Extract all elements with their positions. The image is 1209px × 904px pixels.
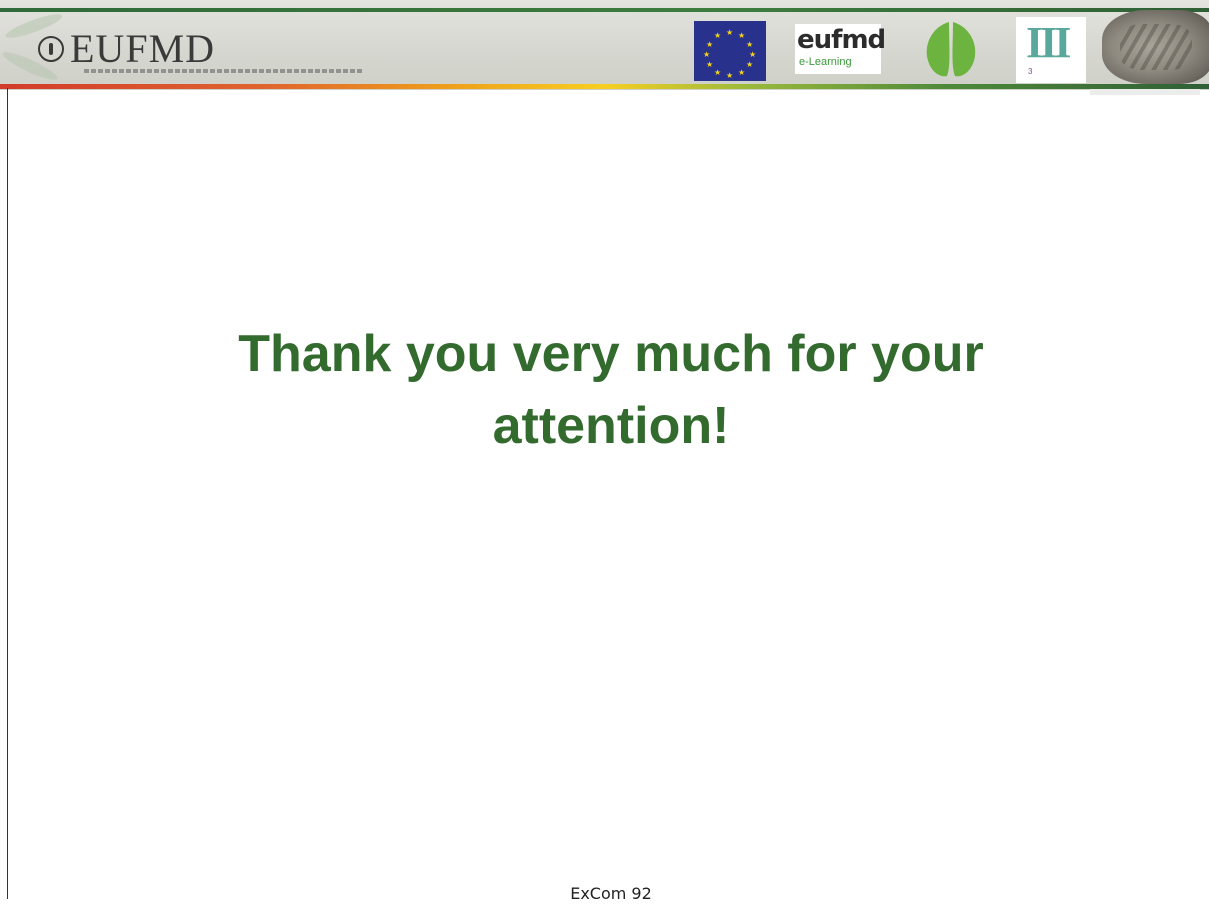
header-banner: EUFMD ★ ★ ★ ★ ★ ★ ★ ★ ★ ★ ★ ★ eufmd e-Le… (0, 0, 1209, 90)
slide-footer: ExCom 92 (570, 884, 652, 903)
eu-flag-logo: ★ ★ ★ ★ ★ ★ ★ ★ ★ ★ ★ ★ (694, 21, 766, 81)
fao-emblem-icon (38, 36, 64, 62)
third-edition-roman: III (1026, 18, 1071, 67)
brand-title: EUFMD (70, 26, 216, 71)
slide-title-line-2: attention! (492, 397, 730, 455)
third-edition-mark-icon: 3 (1028, 67, 1033, 76)
left-border-line (7, 88, 8, 899)
eufmd-elearning-logo: eufmd e-Learning (795, 24, 886, 74)
elearning-logo-subtitle: e-Learning (799, 56, 852, 68)
header-top-rule (0, 8, 1209, 12)
elearning-logo-title: eufmd (797, 25, 886, 55)
hoof-logo (926, 22, 976, 77)
header-shadow (1090, 89, 1200, 95)
stone-relief-logo (1102, 10, 1209, 84)
header-color-rule (0, 84, 1209, 89)
slide-title-line-1: Thank you very much for your (238, 325, 984, 383)
slide-title: Thank you very much for your attention! (0, 318, 1209, 462)
brand-subtitle-line (84, 69, 364, 73)
third-edition-logo: III 3 (1016, 17, 1086, 83)
slide: EUFMD ★ ★ ★ ★ ★ ★ ★ ★ ★ ★ ★ ★ eufmd e-Le… (0, 0, 1209, 903)
